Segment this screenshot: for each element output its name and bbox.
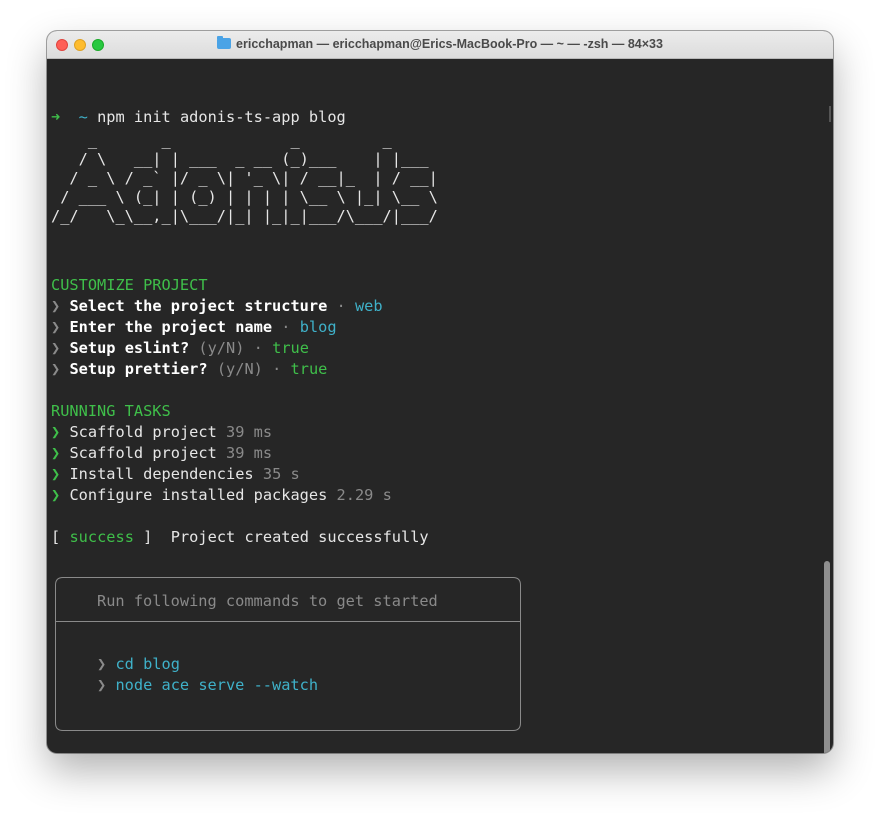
- chevron-icon: ❯: [51, 297, 61, 315]
- chevron-icon: ❯: [51, 423, 61, 441]
- success-status: success: [69, 528, 134, 546]
- task-time: 39 ms: [226, 423, 273, 441]
- vertical-scrollbar[interactable]: [824, 561, 830, 753]
- prompt-arrow-icon: ➜: [51, 108, 61, 126]
- bracket-close: ]: [143, 528, 153, 546]
- chevron-icon: ❯: [51, 486, 61, 504]
- customize-item-label: Select the project structure: [69, 297, 328, 315]
- task-label: Install dependencies: [69, 465, 254, 483]
- chevron-icon: ❯: [51, 360, 61, 378]
- command-text: cd blog: [115, 655, 180, 673]
- adonisjs-ascii-logo: _ _ _ _ / \ __| | ___ _ __ (_)___ | |___…: [51, 131, 438, 225]
- task-time: 39 ms: [226, 444, 273, 462]
- task-label: Configure installed packages: [69, 486, 328, 504]
- customize-item-label: Enter the project name: [69, 318, 273, 336]
- info-box-command: ❯ node ace serve --watch: [97, 675, 318, 696]
- customize-item: ❯ Setup prettier? (y/N) · true: [51, 359, 327, 380]
- folder-icon: [217, 36, 232, 49]
- bracket-open: [: [51, 528, 61, 546]
- terminal-window: ericchapman — ericchapman@Erics-MacBook-…: [47, 31, 833, 753]
- chevron-icon: ❯: [51, 465, 61, 483]
- task-item: ❯ Install dependencies 35 s: [51, 464, 300, 485]
- customize-heading: CUSTOMIZE PROJECT: [51, 276, 208, 294]
- task-item: ❯ Scaffold project 39 ms: [51, 422, 272, 443]
- chevron-icon: ❯: [51, 318, 61, 336]
- customize-item-label: Setup eslint?: [69, 339, 190, 357]
- customize-item: ❯ Setup eslint? (y/N) · true: [51, 338, 309, 359]
- customize-item: ❯ Enter the project name · blog: [51, 317, 337, 338]
- customize-item-value: true: [290, 360, 328, 378]
- command-text: node ace serve --watch: [115, 676, 319, 694]
- separator-dot: ·: [281, 318, 291, 336]
- chevron-icon: ❯: [51, 339, 61, 357]
- separator-dot: ·: [336, 297, 346, 315]
- customize-item-value: true: [272, 339, 309, 357]
- task-item: ❯ Scaffold project 39 ms: [51, 443, 272, 464]
- task-time: 2.29 s: [336, 486, 392, 504]
- task-label: Scaffold project: [69, 423, 217, 441]
- prompt-dir: ~: [78, 108, 88, 126]
- customize-item-label: Setup prettier?: [69, 360, 208, 378]
- task-time: 35 s: [262, 465, 300, 483]
- customize-item: ❯ Select the project structure · web: [51, 296, 383, 317]
- tasks-heading: RUNNING TASKS: [51, 402, 171, 420]
- separator-dot: ·: [253, 339, 263, 357]
- success-line: [ success ] Project created successfully: [51, 527, 429, 548]
- prompt-command: npm init adonis-ts-app blog: [97, 108, 346, 126]
- scroll-marker: [829, 106, 831, 122]
- customize-item-hint: (y/N): [198, 339, 245, 357]
- window-title-text: ericchapman — ericchapman@Erics-MacBook-…: [236, 37, 663, 51]
- customize-item-value: blog: [299, 318, 337, 336]
- separator-dot: ·: [272, 360, 282, 378]
- info-box-command: ❯ cd blog: [97, 654, 180, 675]
- command-line: ➜ ~ npm init adonis-ts-app blog: [51, 107, 346, 128]
- customize-item-value: web: [354, 297, 383, 315]
- customize-item-hint: (y/N): [216, 360, 263, 378]
- title-bar: ericchapman — ericchapman@Erics-MacBook-…: [47, 31, 833, 59]
- chevron-icon: ❯: [97, 655, 107, 673]
- success-message: Project created successfully: [170, 528, 429, 546]
- terminal-content[interactable]: ➜ ~ npm init adonis-ts-app blog _ _ _ _ …: [47, 59, 833, 753]
- chevron-icon: ❯: [97, 676, 107, 694]
- chevron-icon: ❯: [51, 444, 61, 462]
- task-label: Scaffold project: [69, 444, 217, 462]
- window-title: ericchapman — ericchapman@Erics-MacBook-…: [47, 36, 833, 51]
- info-box-heading: Run following commands to get started: [97, 592, 438, 610]
- task-item: ❯ Configure installed packages 2.29 s: [51, 485, 392, 506]
